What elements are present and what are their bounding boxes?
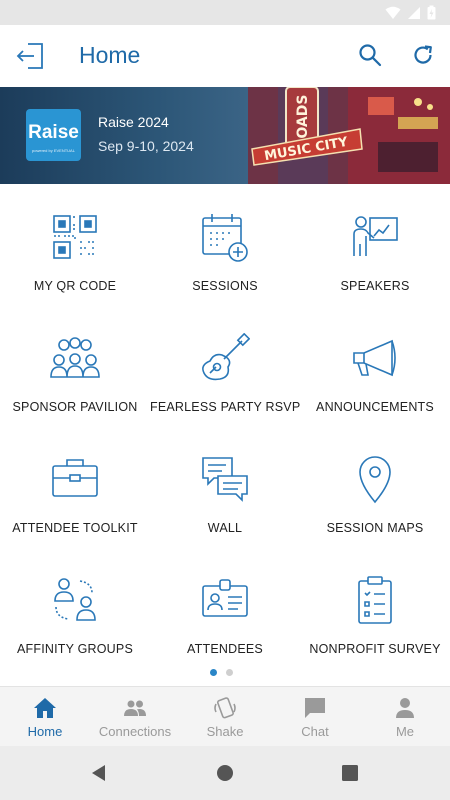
tile-label: FEARLESS PARTY RSVP [150,400,301,414]
tile-attendee-toolkit[interactable]: ATTENDEE TOOLKIT [0,438,150,559]
tile-label: MY QR CODE [33,279,117,293]
home-icon [34,698,56,718]
nav-label: Shake [206,724,244,739]
back-icon[interactable] [89,763,109,783]
event-banner[interactable]: Raise powered by EVENTUAL Raise 2024 Sep… [0,87,450,184]
refresh-icon[interactable] [411,43,435,67]
calendar-plus-icon [202,214,248,262]
tile-announcements[interactable]: ANNOUNCEMENTS [300,317,450,438]
nav-label: Home [27,724,63,739]
clipboard-icon [358,576,392,624]
chat-icon [305,698,325,718]
nav-label: Chat [301,724,329,739]
music-city-sign-image: ROADS MUSIC CITY [248,87,450,184]
signal-icon [408,6,420,19]
nav-label: Me [395,724,415,739]
megaphone-icon [353,339,396,377]
home-button-icon[interactable] [215,763,235,783]
tile-my-qr-code[interactable]: MY QR CODE [0,196,150,317]
tile-label: ANNOUNCEMENTS [316,400,434,414]
person-icon [396,698,414,718]
event-date: Sep 9-10, 2024 [98,138,194,154]
chat-bubbles-icon [202,457,248,502]
tile-wall[interactable]: WALL [150,438,300,559]
recents-icon[interactable] [340,763,360,783]
tile-label: SESSION MAPS [326,521,424,535]
tile-sponsor-pavilion[interactable]: SPONSOR PAVILION [0,317,150,438]
exit-icon[interactable] [16,42,46,70]
shake-icon [214,697,236,719]
tile-label: SPONSOR PAVILION [12,400,138,414]
toolbox-icon [52,459,98,497]
people-icon [124,700,146,716]
bottom-navigation: Home Connections Shake Chat Me [0,686,450,746]
tile-label: ATTENDEE TOOLKIT [12,521,138,535]
tile-affinity-groups[interactable]: AFFINITY GROUPS [0,559,150,680]
tile-session-maps[interactable]: SESSION MAPS [300,438,450,559]
qr-code-icon [53,215,97,259]
tile-label: NONPROFIT SURVEY [309,642,441,656]
nav-home[interactable]: Home [0,687,90,747]
page-indicator [210,669,233,676]
group-icon [50,337,100,378]
status-bar [0,0,450,25]
tile-label: ATTENDEES [187,642,263,656]
system-navigation-bar [0,746,450,800]
tile-attendees[interactable]: ATTENDEES [150,559,300,680]
nav-label: Connections [98,724,172,739]
guitar-icon [202,333,250,381]
tile-fearless-party-rsvp[interactable]: FEARLESS PARTY RSVP [150,317,300,438]
tile-label: AFFINITY GROUPS [17,642,133,656]
event-name: Raise 2024 [98,114,169,130]
nav-shake[interactable]: Shake [180,687,270,747]
tile-label: WALL [207,521,243,535]
battery-icon [427,5,436,20]
nav-me[interactable]: Me [360,687,450,747]
tile-label: SPEAKERS [340,279,410,293]
event-logo-subtext: powered by EVENTUAL [32,148,75,153]
app-header: Home [0,25,450,87]
tile-label: SESSIONS [192,279,258,293]
nav-chat[interactable]: Chat [270,687,360,747]
event-logo: Raise powered by EVENTUAL [26,109,81,161]
presenter-icon [353,216,398,256]
event-logo-text: Raise [28,122,79,143]
nav-connections[interactable]: Connections [90,687,180,747]
search-icon[interactable] [358,43,382,67]
tile-sessions[interactable]: SESSIONS [150,196,300,317]
page-dot[interactable] [226,669,233,676]
tile-nonprofit-survey[interactable]: NONPROFIT SURVEY [300,559,450,680]
tile-speakers[interactable]: SPEAKERS [300,196,450,317]
badge-icon [202,579,248,617]
map-pin-icon [359,456,391,504]
page-title: Home [79,42,141,68]
page-dot-active[interactable] [210,669,217,676]
wifi-icon [385,6,401,19]
people-connect-icon [54,578,96,621]
